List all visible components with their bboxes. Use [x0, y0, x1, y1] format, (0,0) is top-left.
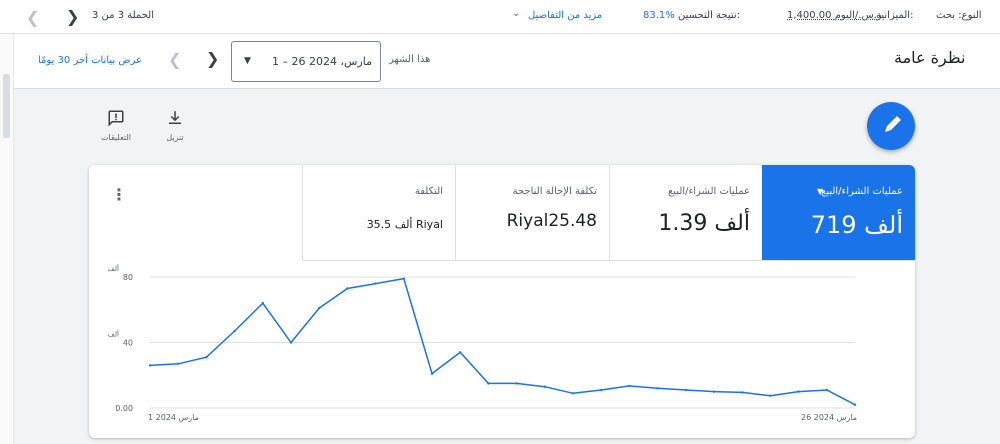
- prev-period-icon[interactable]: ❮: [168, 50, 181, 69]
- data-point: [656, 387, 659, 390]
- last-30-days-link[interactable]: عرض بيانات آخر 30 يومًا: [38, 55, 142, 66]
- data-point: [515, 382, 518, 385]
- data-point: [261, 302, 264, 305]
- data-point: [177, 362, 180, 365]
- comments-label: التعليقات: [100, 133, 131, 142]
- data-point: [289, 341, 293, 344]
- data-point: [374, 282, 377, 285]
- data-point: [430, 372, 434, 375]
- period-label: هذا الشهر: [389, 54, 431, 65]
- budget-value[interactable]: 1,400.00 ر.س./اليوم: [787, 10, 882, 21]
- chevron-right-icon[interactable]: ❯: [66, 7, 79, 26]
- date-range-picker[interactable]: ▼ 1 – 26 مارس، 2024: [231, 41, 381, 82]
- metric-label: التكلفة: [414, 186, 443, 197]
- y-tick-label: 0.00: [115, 404, 133, 413]
- data-point: [318, 306, 321, 310]
- page-header: عرض بيانات آخر 30 يومًا ❮ ❯ هذا الشهر نظ…: [14, 34, 1000, 89]
- comments-button[interactable]: التعليقات: [99, 109, 133, 145]
- series-line: [149, 277, 856, 406]
- budget-label: الميزانية:: [876, 10, 914, 21]
- data-point: [233, 329, 236, 333]
- optimization-score-label: نتيجة التحسين:: [678, 10, 741, 21]
- pencil-icon: [885, 116, 901, 132]
- download-button[interactable]: تنزيل: [160, 109, 190, 145]
- data-point: [628, 384, 631, 388]
- data-point: [600, 388, 603, 392]
- campaign-type: النوع: بحث: [936, 10, 982, 21]
- metric-value: Riyal25.48: [506, 211, 597, 231]
- caret-down-icon[interactable]: ▼: [817, 187, 823, 196]
- metric-label: تكلفة الإحالة الناجحة: [512, 186, 597, 197]
- date-range-value: 1 – 26 مارس، 2024: [272, 55, 373, 68]
- data-point: [797, 390, 800, 393]
- scrollbar[interactable]: [0, 34, 14, 444]
- data-point: [543, 385, 546, 388]
- data-point: [487, 382, 490, 385]
- chevron-left-icon[interactable]: ❮: [26, 8, 39, 27]
- data-point: [769, 394, 772, 397]
- edit-fab-button[interactable]: [867, 102, 915, 150]
- metric-card-cost[interactable]: التكلفة 35.5 ألف Riyal: [302, 165, 455, 261]
- comment-icon: [108, 110, 124, 127]
- metric-value: 1.39 ألف: [658, 211, 750, 236]
- chevron-down-icon[interactable]: ⌄: [512, 8, 520, 19]
- metric-value: 719 ألف: [810, 211, 903, 239]
- data-point: [346, 287, 349, 290]
- data-point: [825, 388, 828, 392]
- x-start-label: 1 مارس 2024: [148, 413, 199, 422]
- next-period-icon[interactable]: ❯: [206, 49, 219, 68]
- metric-value: 35.5 ألف Riyal: [366, 218, 443, 231]
- data-point: [712, 390, 716, 393]
- data-point: [684, 388, 687, 392]
- download-icon: [169, 111, 181, 124]
- data-point: [148, 364, 152, 367]
- more-options-icon[interactable]: ⋮: [111, 185, 127, 204]
- metric-card-conversions[interactable]: عمليات الشراء/البيع ▼ 719 ألف: [762, 165, 915, 261]
- optimization-score-value[interactable]: 83.1%: [643, 10, 675, 21]
- y-tick-label: 80: [123, 273, 133, 282]
- data-point: [571, 392, 575, 395]
- caret-down-icon: ▼: [244, 56, 251, 66]
- x-end-label: 26 مارس 2024: [801, 413, 857, 422]
- metric-card-cost-per-conversion[interactable]: تكلفة الإحالة الناجحة Riyal25.48: [455, 165, 609, 261]
- metric-label: عمليات الشراء/البيع: [667, 186, 750, 197]
- data-point: [741, 391, 744, 394]
- metric-label: عمليات الشراء/البيع: [820, 186, 903, 197]
- data-point: [402, 277, 405, 280]
- scroll-thumb[interactable]: [3, 74, 10, 138]
- campaign-topbar: ❮ ❯ الحملة 3 من 3 مزيد من التفاصيل ⌄ 83.…: [0, 0, 1000, 34]
- performance-line-chart: 0.00 40 ألف 80 ألف 1 مارس 2024 26 مارس 2024: [108, 264, 857, 422]
- y-unit-label: ألف: [108, 264, 119, 273]
- metric-card-conversions-2[interactable]: عمليات الشراء/البيع 1.39 ألف: [609, 165, 762, 261]
- overview-card: ⋮ عمليات الشراء/البيع ▼ 719 ألف عمليات ا…: [89, 165, 915, 438]
- page-title: نظرة عامة: [894, 48, 966, 67]
- more-details-link[interactable]: مزيد من التفاصيل: [528, 10, 602, 21]
- data-point: [459, 351, 462, 354]
- data-point: [853, 403, 857, 406]
- download-label: تنزيل: [166, 133, 184, 142]
- y-tick-label: 40: [123, 339, 133, 348]
- data-point: [205, 356, 208, 359]
- campaign-position: الحملة 3 من 3: [92, 10, 154, 21]
- y-unit-label: ألف: [108, 330, 119, 339]
